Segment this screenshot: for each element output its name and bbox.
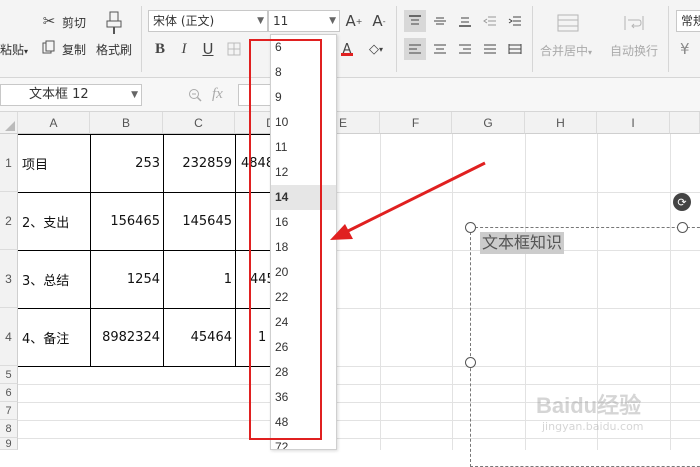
annotation-arrow [330, 161, 486, 240]
